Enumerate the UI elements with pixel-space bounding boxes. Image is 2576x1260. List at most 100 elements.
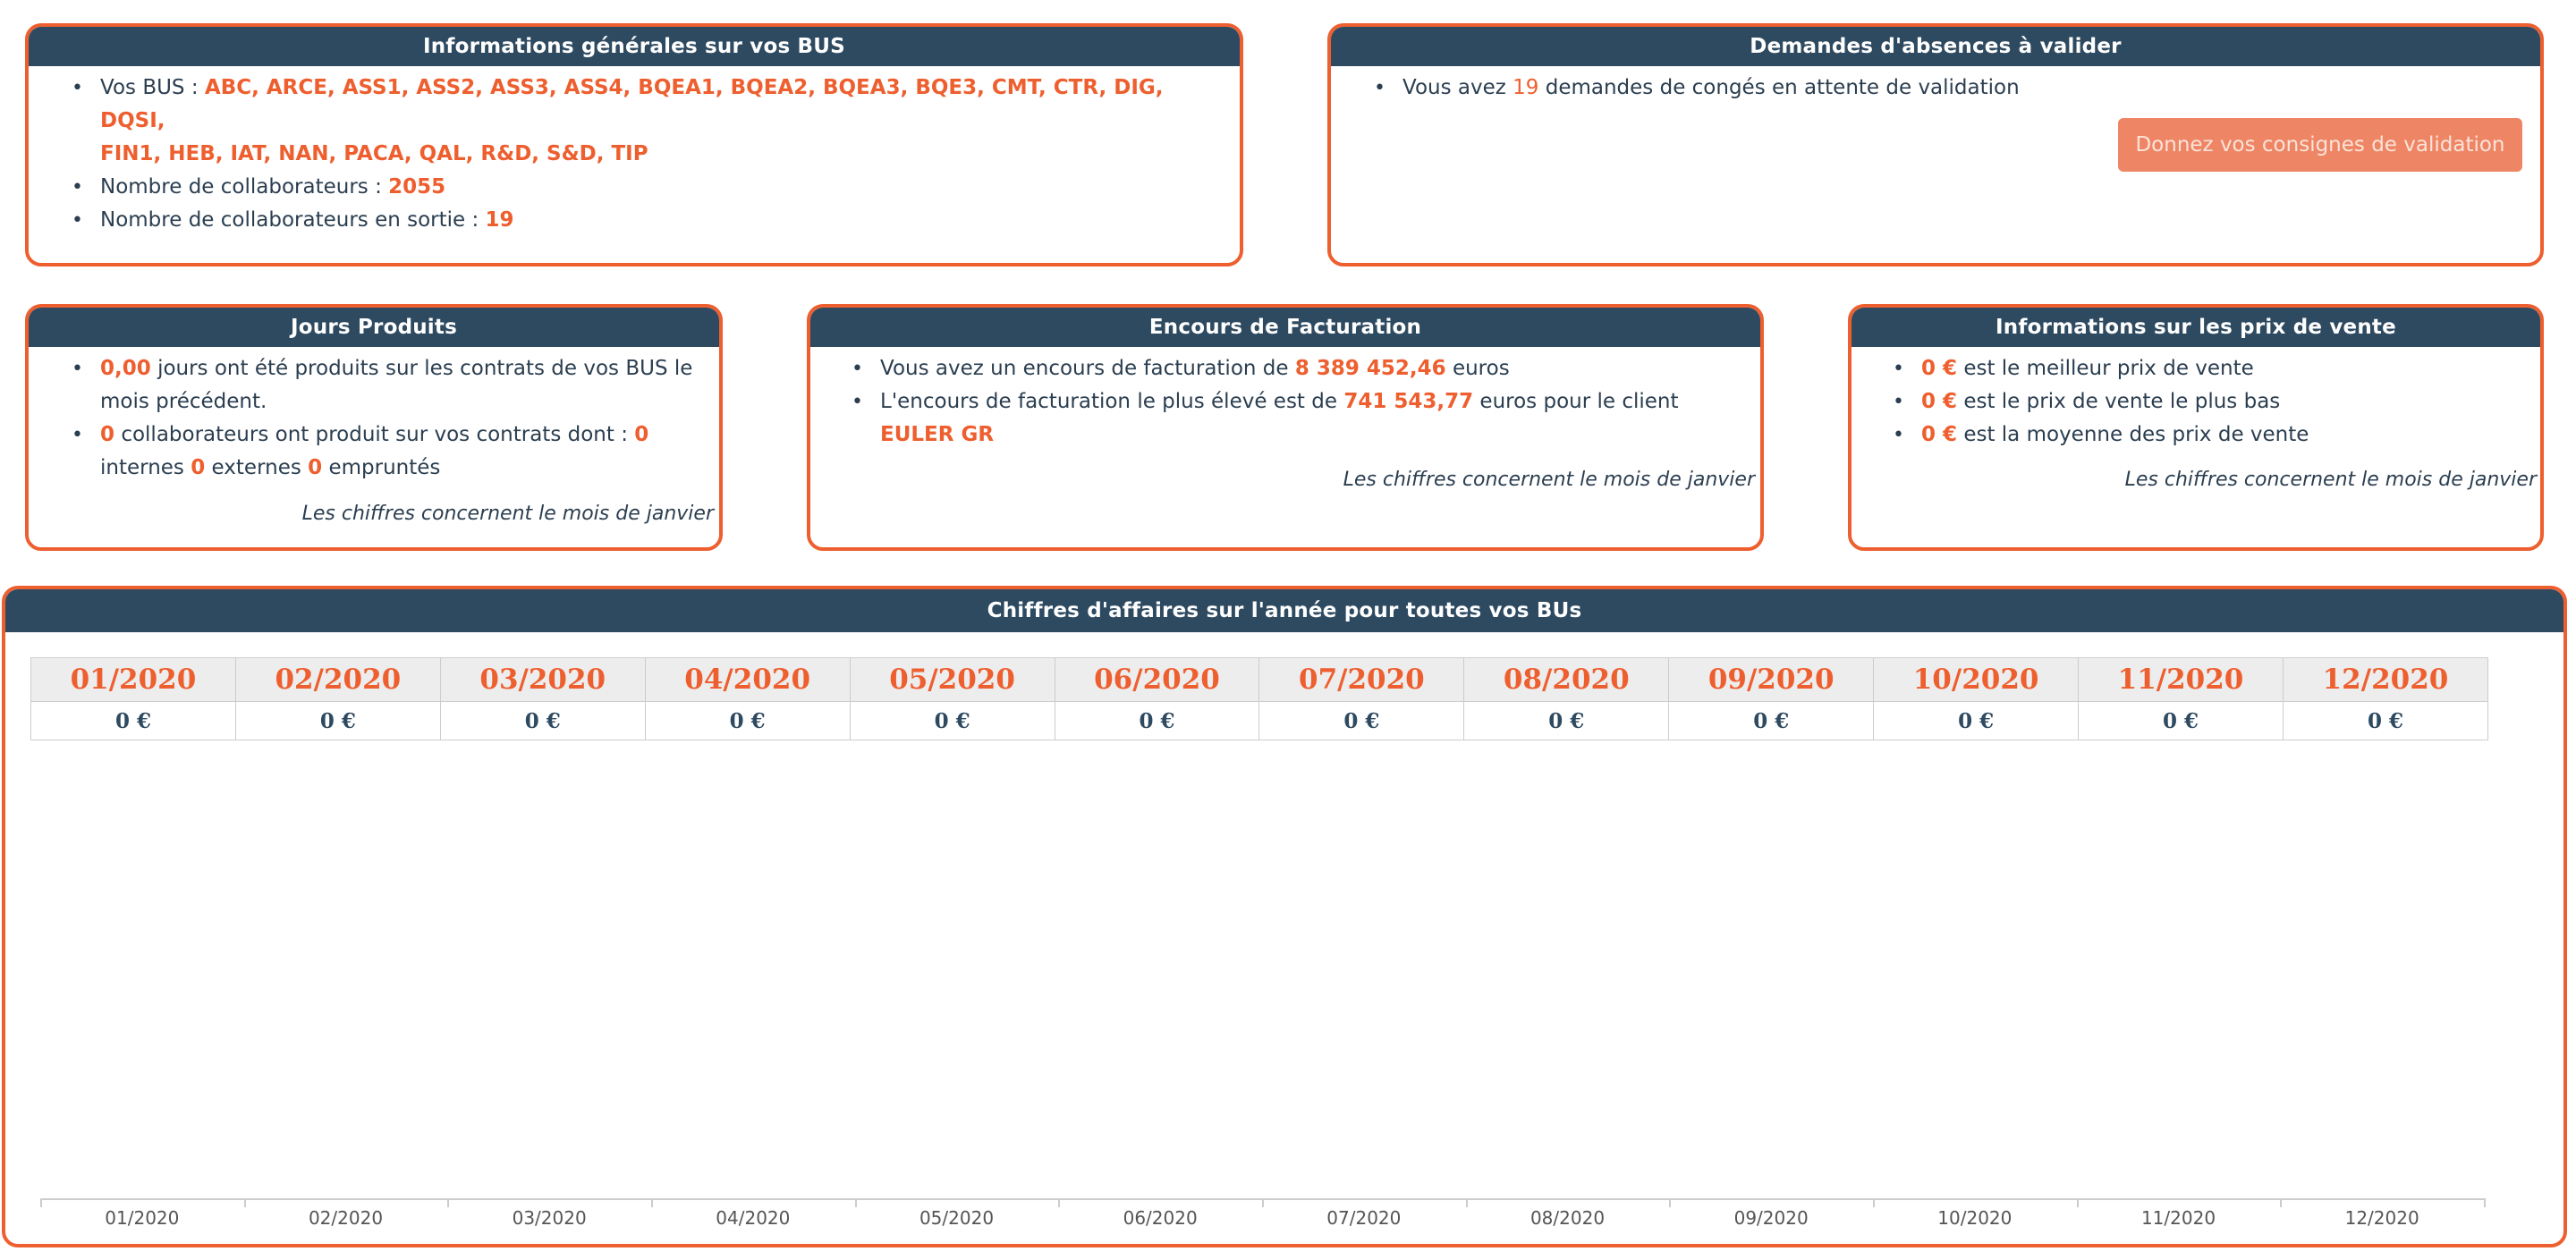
absences-card: Demandes d'absences à valider Vous avez … [1327,23,2544,266]
jours-internes-value: 0 [634,423,649,446]
ca-month-value: 0 € [234,701,441,740]
validation-instructions-button[interactable]: Donnez vos consignes de validation [2118,118,2522,172]
encours-total-value: 8 389 452,46 [1294,357,1446,380]
absences-title: Demandes d'absences à valider [1331,27,2540,66]
jours-collab-text: collaborateurs ont produit sur vos contr… [121,423,628,446]
ca-month-value: 0 € [849,701,1055,740]
encours-list: Vous avez un encours de facturation de 8… [852,352,1757,452]
ca-month-value: 0 € [30,701,236,740]
ca-month-header: 01/2020 [30,657,236,702]
jours-days-value: 0,00 [100,357,151,380]
general-collab-label: Nombre de collaborateurs : [100,175,382,199]
jours-collab-item: 0 collaborateurs ont produit sur vos con… [72,419,717,485]
ca-months-values-row: 0 €0 €0 €0 €0 €0 €0 €0 €0 €0 €0 €0 € [30,701,2489,740]
ca-month-header: 08/2020 [1463,657,1670,702]
general-collab-item: Nombre de collaborateurs : 2055 [72,171,1227,204]
general-bus-item: Vos BUS : ABC, ARCE, ASS1, ASS2, ASS3, A… [72,72,1227,171]
general-collab-value: 2055 [388,175,446,199]
prix-best-item: 0 € est le meilleur prix de vente [1893,352,2538,385]
jours-days-text-1: jours ont été produits sur les contrats … [157,357,693,380]
prix-low-value: 0 € [1921,390,1958,413]
ca-month-header: 12/2020 [2282,657,2489,702]
chart-x-tick [1262,1198,1264,1207]
jours-collab-value: 0 [100,423,115,446]
chart-x-tick [1873,1198,1875,1207]
jours-externes-value: 0 [191,456,206,479]
ca-month-value: 0 € [2282,701,2489,740]
chart-x-tick [2076,1198,2079,1207]
chart-x-tick-label: 05/2020 [919,1207,995,1229]
general-exit-label: Nombre de collaborateurs en sortie : [100,208,479,232]
chart-x-tick [40,1198,42,1207]
prix-best-text: est le meilleur prix de vente [1963,357,2254,380]
prix-list: 0 € est le meilleur prix de vente 0 € es… [1893,352,2538,452]
encours-total-item: Vous avez un encours de facturation de 8… [852,352,1757,385]
encours-note: Les chiffres concernent le mois de janvi… [1343,469,1755,491]
prix-title: Informations sur les prix de vente [1852,308,2540,347]
absences-item: Vous avez 19 demandes de congés en atten… [1374,72,2529,105]
jours-days-text-2: mois précédent. [100,390,267,413]
encours-total-after: euros [1452,357,1510,380]
jours-days-item: 0,00 jours ont été produits sur les cont… [72,352,717,419]
absences-text-after: demandes de congés en attente de validat… [1545,76,2020,99]
ca-month-value: 0 € [1463,701,1670,740]
chart-x-tick-label: 01/2020 [105,1207,180,1229]
jours-externes-label: externes [211,456,301,479]
ca-months-header-row: 01/2020 02/2020 03/2020 04/2020 05/2020 06/20… [30,657,2489,702]
ca-month-header: 03/2020 [439,657,646,702]
ca-month-header: 02/2020 [234,657,441,702]
ca-month-header: 05/2020 [849,657,1055,702]
encours-client: EULER GR [880,423,995,446]
chart-x-tick-label: 11/2020 [2140,1207,2216,1229]
ca-month-header: 06/2020 [1054,657,1260,702]
general-info-list: Vos BUS : ABC, ARCE, ASS1, ASS2, ASS3, A… [72,72,1227,237]
chart-x-tick [854,1198,857,1207]
general-bus-list: ABC, ARCE, ASS1, ASS2, ASS3, ASS4, BQEA1… [100,76,1164,132]
chart-x-tick [1465,1198,1468,1207]
general-bus-prefix: Vos BUS : [100,76,199,99]
encours-max-before: L'encours de facturation le plus élevé e… [880,390,1338,413]
prix-avg-item: 0 € est la moyenne des prix de vente [1893,419,2538,452]
encours-max-after: euros pour le client [1479,390,1679,413]
ca-month-header: 07/2020 [1258,657,1465,702]
general-info-title: Informations générales sur vos BUS [29,27,1240,66]
chart-x-tick-label: 12/2020 [2344,1207,2419,1229]
chart-x-tick-label: 03/2020 [512,1207,587,1229]
chart-x-tick-label: 07/2020 [1326,1207,1402,1229]
chart-x-tick [651,1198,653,1207]
chart-x-tick-label: 02/2020 [308,1207,384,1229]
encours-total-before: Vous avez un encours de facturation de [880,357,1289,380]
ca-month-header: 09/2020 [1668,657,1875,702]
prix-low-text: est le prix de vente le plus bas [1963,390,2281,413]
jours-empruntes-value: 0 [308,456,323,479]
chart-x-tick [2484,1198,2486,1207]
jours-produits-card: Jours Produits 0,00 jours ont été produi… [25,304,723,551]
encours-max-value: 741 543,77 [1343,390,1474,413]
absences-text-before: Vous avez [1402,76,1506,99]
ca-month-value: 0 € [439,701,646,740]
prix-avg-text: est la moyenne des prix de vente [1963,423,2309,446]
ca-month-header: 11/2020 [2078,657,2284,702]
general-info-card: Informations générales sur vos BUS Vos B… [25,23,1243,266]
prix-best-value: 0 € [1921,357,1958,380]
chart-x-tick-label: 04/2020 [716,1207,791,1229]
prix-low-item: 0 € est le prix de vente le plus bas [1893,385,2538,419]
ca-month-value: 0 € [1873,701,2080,740]
encours-title: Encours de Facturation [810,308,1760,347]
chart-x-tick [243,1198,246,1207]
chart-x-tick [447,1198,450,1207]
jours-produits-list: 0,00 jours ont été produits sur les cont… [72,352,717,485]
ca-month-value: 0 € [1668,701,1875,740]
ca-months-table: 01/2020 02/2020 03/2020 04/2020 05/2020 06/20… [30,657,2489,740]
absences-count: 19 [1513,76,1539,99]
chart-x-tick-label: 08/2020 [1530,1207,1606,1229]
chart-x-tick [2280,1198,2283,1207]
chart-x-tick [1058,1198,1061,1207]
ca-month-header: 04/2020 [644,657,851,702]
jours-note: Les chiffres concernent le mois de janvi… [301,503,714,525]
encours-max-item: L'encours de facturation le plus élevé e… [852,385,1757,452]
general-exit-item: Nombre de collaborateurs en sortie : 19 [72,204,1227,237]
chart-x-tick [1669,1198,1672,1207]
encours-card: Encours de Facturation Vous avez un enco… [807,304,1764,551]
chart-x-tick-label: 09/2020 [1733,1207,1809,1229]
